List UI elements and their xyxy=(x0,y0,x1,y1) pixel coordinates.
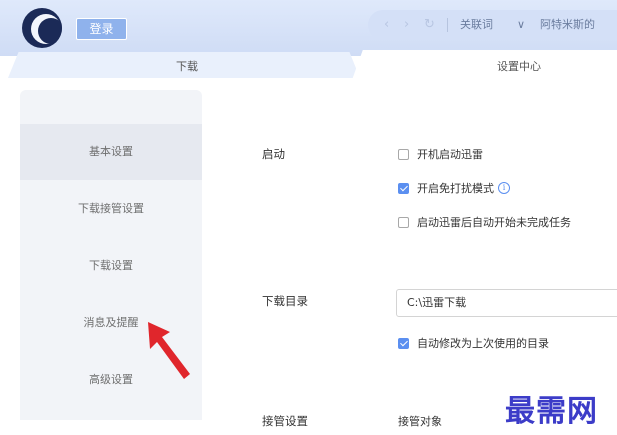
tab-settings-label: 设置中心 xyxy=(497,60,541,73)
watermark: 最需网 xyxy=(505,394,598,429)
do-not-disturb-checkbox[interactable] xyxy=(398,182,409,194)
address-text[interactable]: 阿特米斯的 xyxy=(540,17,595,33)
app-logo xyxy=(22,8,62,48)
login-button[interactable]: 登录 xyxy=(76,18,127,40)
tab-settings-center[interactable] xyxy=(352,50,617,80)
chevron-down-icon[interactable]: ∨ xyxy=(517,17,525,33)
launch-at-boot-checkbox[interactable] xyxy=(398,148,409,160)
forward-icon[interactable]: › xyxy=(404,15,409,35)
option-label: 自动修改为上次使用的目录 xyxy=(417,337,549,350)
option-launch-at-boot[interactable]: 开机启动迅雷 xyxy=(398,146,483,162)
option-label: 开机启动迅雷 xyxy=(417,148,483,161)
download-dir-section-label: 下载目录 xyxy=(262,294,308,308)
address-separator xyxy=(447,18,448,32)
auto-modify-dir-checkbox[interactable] xyxy=(398,337,409,349)
sidebar-item-download-takeover[interactable]: 下载接管设置 xyxy=(20,181,202,237)
startup-section-label: 启动 xyxy=(262,147,285,161)
option-auto-resume-tasks[interactable]: 启动迅雷后自动开始未完成任务 xyxy=(398,214,571,230)
title-bar: 登录 ‹ › ↻ 关联词 ∨ 阿特米斯的 xyxy=(0,0,617,56)
refresh-icon[interactable]: ↻ xyxy=(424,15,435,35)
tab-bar: 下载 设置中心 xyxy=(0,50,617,80)
auto-resume-checkbox[interactable] xyxy=(398,216,409,228)
pointer-arrow-icon xyxy=(148,322,190,379)
option-label: 开启免打扰模式 xyxy=(417,182,494,195)
takeover-target-label: 接管对象 xyxy=(398,415,442,428)
tab-download-label: 下载 xyxy=(176,60,198,73)
option-label: 启动迅雷后自动开始未完成任务 xyxy=(417,216,571,229)
associate-word-label[interactable]: 关联词 xyxy=(460,17,493,33)
sidebar-item-basic-settings[interactable]: 基本设置 xyxy=(20,124,202,180)
back-icon[interactable]: ‹ xyxy=(384,15,389,35)
info-icon[interactable]: i xyxy=(498,182,510,194)
sidebar-item-download-settings[interactable]: 下载设置 xyxy=(20,238,202,294)
download-dir-input[interactable]: C:\迅雷下载 xyxy=(396,289,617,317)
option-auto-modify-dir[interactable]: 自动修改为上次使用的目录 xyxy=(398,335,549,351)
option-do-not-disturb[interactable]: 开启免打扰模式 i xyxy=(398,180,510,196)
takeover-section-label: 接管设置 xyxy=(262,414,308,428)
